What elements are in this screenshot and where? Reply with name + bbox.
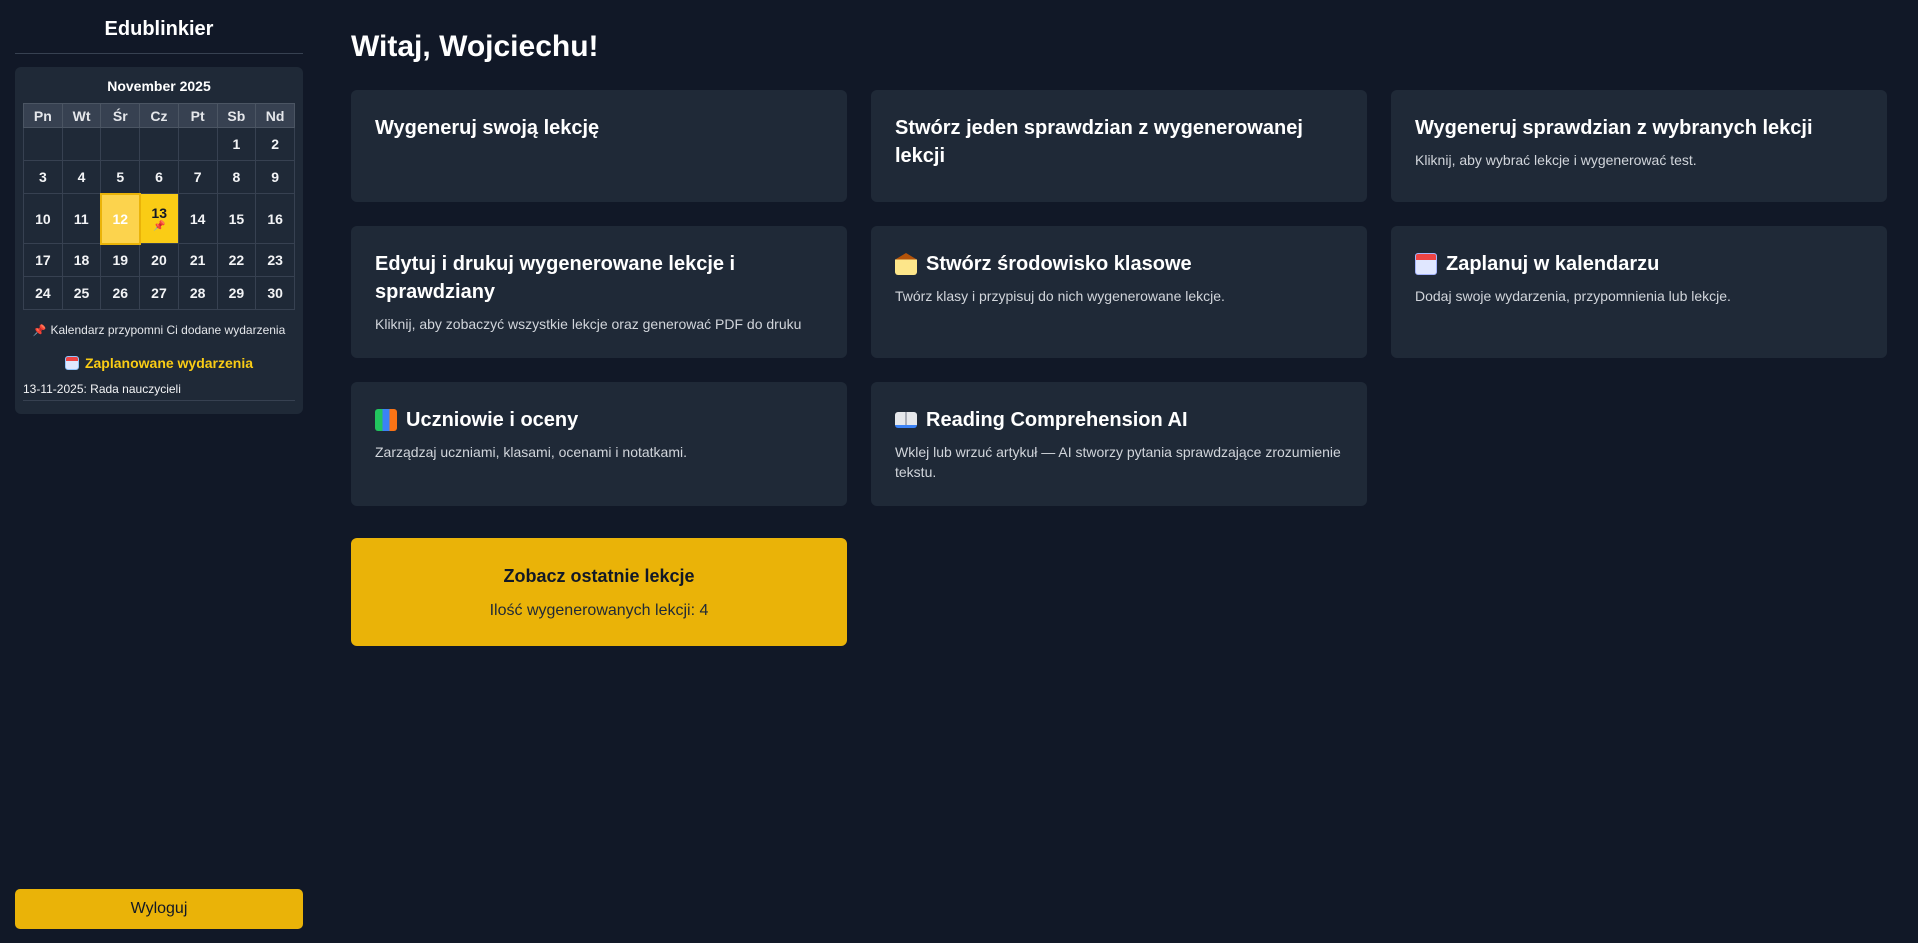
books-icon bbox=[375, 409, 397, 431]
page-greeting: Witaj, Wojciechu! bbox=[351, 30, 599, 63]
pin-icon: 📌 bbox=[32, 325, 47, 337]
card-title: Reading Comprehension AI bbox=[926, 409, 1188, 431]
calendar-day[interactable]: 25 bbox=[61, 276, 102, 310]
calendar-day-with-event[interactable]: 13 📌 bbox=[139, 193, 179, 244]
calendar-grid: Pn Wt Śr Cz Pt Sb Nd 1 2 3 4 5 6 7 8 9 1… bbox=[23, 103, 295, 310]
weekday-header: Cz bbox=[139, 103, 179, 128]
calendar-day-number: 13 bbox=[151, 204, 167, 221]
calendar-day-today[interactable]: 12 bbox=[99, 192, 141, 245]
calendar-day[interactable]: 2 bbox=[255, 127, 295, 161]
calendar-week: 17 18 19 20 21 22 23 bbox=[23, 243, 295, 277]
generate-test-from-lessons-card[interactable]: Wygeneruj sprawdzian z wybranych lekcji … bbox=[1391, 90, 1887, 202]
class-environment-card[interactable]: Stwórz środowisko klasowe Twórz klasy i … bbox=[871, 226, 1367, 358]
calendar-day[interactable]: 28 bbox=[177, 276, 218, 310]
open-book-icon bbox=[895, 412, 917, 428]
students-grades-card[interactable]: Uczniowie i oceny Zarządzaj uczniami, kl… bbox=[351, 382, 847, 506]
calendar-day[interactable]: 30 bbox=[255, 276, 295, 310]
logout-button[interactable]: Wyloguj bbox=[15, 889, 303, 929]
calendar-day[interactable]: 16 bbox=[255, 193, 295, 244]
school-icon bbox=[895, 253, 917, 275]
calendar-planning-card[interactable]: Zaplanuj w kalendarzu Dodaj swoje wydarz… bbox=[1391, 226, 1887, 358]
calendar-weekday-row: Pn Wt Śr Cz Pt Sb Nd bbox=[23, 103, 295, 128]
calendar-day[interactable]: 21 bbox=[177, 243, 218, 277]
calendar-day[interactable]: 15 bbox=[216, 193, 257, 244]
recent-lessons-button[interactable]: Zobacz ostatnie lekcje Ilość wygenerowan… bbox=[351, 538, 847, 646]
calendar-day[interactable]: 3 bbox=[23, 160, 63, 194]
card-title: Stwórz środowisko klasowe bbox=[926, 253, 1192, 275]
weekday-header: Pt bbox=[177, 103, 218, 128]
weekday-header: Nd bbox=[255, 103, 295, 128]
scheduled-events-heading: Zaplanowane wydarzenia bbox=[15, 355, 303, 371]
calendar-day[interactable]: 9 bbox=[255, 160, 295, 194]
card-title: Wygeneruj sprawdzian z wybranych lekcji bbox=[1415, 117, 1813, 139]
card-description: Zarządzaj uczniami, klasami, ocenami i n… bbox=[375, 444, 688, 460]
calendar-day[interactable]: 29 bbox=[216, 276, 257, 310]
calendar-day[interactable]: 20 bbox=[139, 243, 179, 277]
calendar-week: 1 2 bbox=[23, 127, 295, 161]
create-test-from-lesson-card[interactable]: Stwórz jeden sprawdzian z wygenerowanej … bbox=[871, 90, 1367, 202]
calendar-day[interactable]: 26 bbox=[100, 276, 141, 310]
card-title: Edytuj i drukuj wygenerowane lekcje i sp… bbox=[375, 253, 736, 303]
event-pin-icon: 📌 bbox=[152, 220, 166, 232]
card-title: Zaplanuj w kalendarzu bbox=[1446, 253, 1660, 275]
weekday-header: Śr bbox=[100, 103, 141, 128]
card-description: Twórz klasy i przypisuj do nich wygenero… bbox=[895, 288, 1225, 304]
card-description: Dodaj swoje wydarzenia, przypomnienia lu… bbox=[1415, 288, 1731, 304]
calendar-day[interactable]: 17 bbox=[23, 243, 63, 277]
reminder-text: Kalendarz przypomni Ci dodane wydarzenia bbox=[50, 323, 286, 337]
calendar-month-label: November 2025 bbox=[107, 78, 211, 94]
calendar-day[interactable] bbox=[139, 127, 179, 161]
edit-print-lessons-card[interactable]: Edytuj i drukuj wygenerowane lekcje i sp… bbox=[351, 226, 847, 358]
calendar-week: 3 4 5 6 7 8 9 bbox=[23, 160, 295, 194]
calendar-day[interactable]: 10 bbox=[23, 193, 63, 244]
recent-lessons-title: Zobacz ostatnie lekcje bbox=[503, 566, 695, 586]
calendar-week: 10 11 12 13 📌 14 15 16 bbox=[23, 192, 295, 245]
calendar-day[interactable] bbox=[100, 127, 141, 161]
sidebar: Edublinkier November 2025 Pn Wt Śr Cz Pt… bbox=[0, 0, 318, 943]
card-title: Stwórz jeden sprawdzian z wygenerowanej … bbox=[895, 117, 1303, 167]
calendar-day[interactable]: 14 bbox=[177, 193, 218, 244]
calendar-day[interactable]: 18 bbox=[61, 243, 102, 277]
weekday-header: Wt bbox=[61, 103, 102, 128]
calendar-day[interactable] bbox=[61, 127, 102, 161]
calendar-day[interactable]: 23 bbox=[255, 243, 295, 277]
card-title-row: Zaplanuj w kalendarzu bbox=[1415, 250, 1863, 278]
calendar-icon bbox=[64, 356, 79, 370]
calendar-day[interactable]: 27 bbox=[139, 276, 179, 310]
card-description: Kliknij, aby wybrać lekcje i wygenerować… bbox=[1415, 152, 1697, 168]
card-title: Wygeneruj swoją lekcję bbox=[375, 117, 600, 139]
calendar-day[interactable]: 4 bbox=[61, 160, 102, 194]
calendar-day[interactable]: 19 bbox=[100, 243, 141, 277]
app-root: Edublinkier November 2025 Pn Wt Śr Cz Pt… bbox=[0, 0, 1918, 943]
reading-comprehension-card[interactable]: Reading Comprehension AI Wklej lub wrzuć… bbox=[871, 382, 1367, 506]
generate-lesson-card[interactable]: Wygeneruj swoją lekcję bbox=[351, 90, 847, 202]
weekday-header: Sb bbox=[216, 103, 257, 128]
calendar-day[interactable]: 22 bbox=[216, 243, 257, 277]
brand-title: Edublinkier bbox=[15, 18, 303, 54]
event-list-item[interactable]: 13-11-2025: Rada nauczycieli bbox=[23, 382, 295, 401]
calendar-icon bbox=[1415, 253, 1437, 275]
generated-lessons-count: Ilość wygenerowanych lekcji: 4 bbox=[489, 602, 709, 619]
calendar-panel: November 2025 Pn Wt Śr Cz Pt Sb Nd 1 2 3… bbox=[15, 67, 303, 414]
calendar-day[interactable]: 8 bbox=[216, 160, 257, 194]
calendar-reminder-note: 📌 Kalendarz przypomni Ci dodane wydarzeni… bbox=[15, 323, 303, 337]
calendar-day[interactable]: 5 bbox=[100, 160, 141, 194]
calendar-day[interactable]: 1 bbox=[216, 127, 257, 161]
card-title-row: Stwórz środowisko klasowe bbox=[895, 250, 1343, 278]
card-description: Kliknij, aby zobaczyć wszystkie lekcje o… bbox=[375, 316, 802, 332]
calendar-day[interactable]: 11 bbox=[61, 193, 102, 244]
weekday-header: Pn bbox=[23, 103, 63, 128]
calendar-day[interactable] bbox=[177, 127, 218, 161]
calendar-day[interactable] bbox=[23, 127, 63, 161]
calendar-week: 24 25 26 27 28 29 30 bbox=[23, 276, 295, 310]
card-title-row: Reading Comprehension AI bbox=[895, 406, 1343, 434]
card-description: Wklej lub wrzuć artykuł — AI stworzy pyt… bbox=[895, 444, 1341, 480]
scheduled-events-title: Zaplanowane wydarzenia bbox=[84, 355, 254, 371]
card-title-row: Uczniowie i oceny bbox=[375, 406, 823, 434]
card-title: Uczniowie i oceny bbox=[406, 409, 579, 431]
calendar-day[interactable]: 24 bbox=[23, 276, 63, 310]
calendar-day[interactable]: 7 bbox=[177, 160, 218, 194]
calendar-day[interactable]: 6 bbox=[139, 160, 179, 194]
